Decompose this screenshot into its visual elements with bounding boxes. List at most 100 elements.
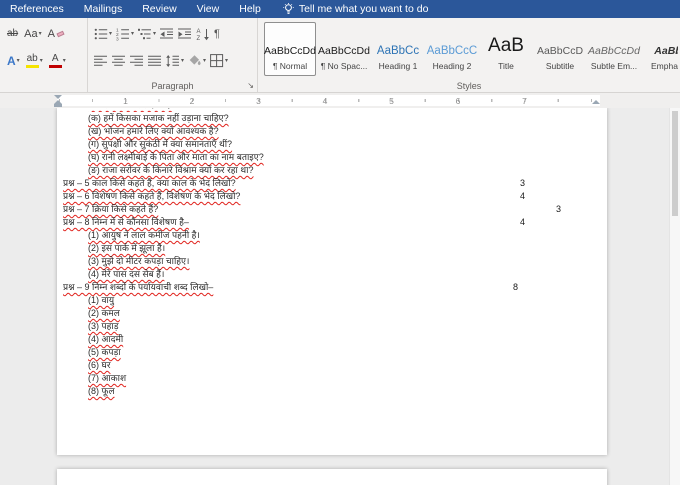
ribbon: ab Aa ▾ A A ▾ ab ▾ A ▾ ▾ 1 2 3 ▾ ▾ A Z ¶… <box>0 18 680 93</box>
bullets-button[interactable]: ▾ <box>92 26 114 42</box>
line-text: (ग) सुपक्षी और सुकंठी में क्या समानताएँ … <box>88 139 233 149</box>
line-text: (5) कपड़ा <box>88 347 121 357</box>
document-line[interactable]: (1) वायु <box>57 294 607 307</box>
line-text: (2) कमल <box>88 308 120 318</box>
line-text: प्रश्न – 7 क्रिया किसे कहते हैं? <box>63 204 159 214</box>
chevron-down-icon: ▾ <box>16 57 20 64</box>
document-line[interactable]: प्रश्न – 9 निम्न शब्दों के पर्यायवाची शब… <box>57 281 607 294</box>
strikethrough-button[interactable]: ab <box>4 27 21 40</box>
multilevel-list-button[interactable]: ▾ <box>136 26 158 42</box>
document-line[interactable]: (7) आकाश <box>57 372 607 385</box>
style-title[interactable]: AaB Title <box>480 22 532 76</box>
sort-button[interactable]: A Z <box>194 26 212 42</box>
align-center-button[interactable] <box>110 53 128 69</box>
document-line[interactable]: (2) इस पार्क में झूला है। <box>57 242 607 255</box>
style-empha[interactable]: AaBb Empha... <box>642 22 678 76</box>
style-preview: AaBbCcDd <box>318 45 370 57</box>
style-name: Heading 2 <box>432 61 472 71</box>
document-line[interactable]: प्रश्न – 7 क्रिया किसे कहते हैं? 3 <box>57 203 607 216</box>
paragraph-group: ▾ 1 2 3 ▾ ▾ A Z ¶ ▾ ▾ ▾ Paragraph ↘ <box>88 18 258 92</box>
menu-tab-mailings[interactable]: Mailings <box>74 0 133 18</box>
strikethrough-icon: ab <box>7 28 19 39</box>
line-text: (ख) भोजन हमारे लिए क्यों आवश्यक है? <box>88 126 219 136</box>
right-indent-marker[interactable] <box>592 100 600 104</box>
style-no-spac[interactable]: AaBbCcDd ¶ No Spac... <box>318 22 370 76</box>
document-line[interactable]: प्रश्न – 8 निम्न में से कौनसा विशेषण है–… <box>57 216 607 229</box>
lightbulb-icon <box>283 2 294 14</box>
bullets-icon <box>94 28 108 39</box>
ruler-number: 2 <box>189 95 195 106</box>
decrease-indent-button[interactable] <box>158 26 176 42</box>
text-effects-button[interactable]: A ▾ <box>4 53 23 69</box>
chevron-down-icon: ▾ <box>62 57 66 64</box>
document-line[interactable]: (3) मुझे दो मीटर कपड़ा चाहिए। <box>57 255 607 268</box>
align-right-button[interactable] <box>128 53 146 69</box>
highlight-color-button[interactable]: ab ▾ <box>23 53 46 69</box>
menu-tab-view[interactable]: View <box>187 0 230 18</box>
document-line[interactable]: (ङ) राजा सरोवर के किनारे विश्राम क्यों क… <box>57 164 607 177</box>
document-line[interactable]: (घ) रानी लक्ष्मीबाई के पिता और माता का न… <box>57 151 607 164</box>
style-name: Heading 1 <box>378 61 418 71</box>
marks-value: 8 <box>513 282 519 292</box>
shading-button[interactable]: ▾ <box>186 53 208 69</box>
style-preview: AaBbCc <box>376 45 420 57</box>
style-normal[interactable]: AaBbCcDd ¶ Normal <box>264 22 316 76</box>
numbering-button[interactable]: 1 2 3 ▾ <box>114 26 136 42</box>
page-1[interactable]: निम्न प्रश्नों के उत्तर दीजिए–(क) हमें क… <box>57 108 607 455</box>
chevron-down-icon: ▾ <box>181 57 185 64</box>
page-2[interactable] <box>57 469 607 485</box>
document-line[interactable]: (ग) सुपक्षी और सुकंठी में क्या समानताएँ … <box>57 138 607 151</box>
menu-tab-review[interactable]: Review <box>132 0 186 18</box>
line-text: (घ) रानी लक्ष्मीबाई के पिता और माता का न… <box>88 152 264 162</box>
document-line[interactable]: (क) हमें किसका मजाक नहीं उड़ाना चाहिए? <box>57 112 607 125</box>
document-line[interactable]: (8) फूल <box>57 385 607 398</box>
document-line[interactable]: (3) पहाड़ <box>57 320 607 333</box>
eraser-icon <box>56 30 65 37</box>
line-text: (4) आदमी <box>88 334 124 344</box>
align-right-icon <box>130 55 143 66</box>
document-line[interactable]: प्रश्न – 5 काल किसे कहते हैं, क्या काल क… <box>57 177 607 190</box>
style-heading-2[interactable]: AaBbCcC Heading 2 <box>426 22 478 76</box>
menu-tab-references[interactable]: References <box>0 0 74 18</box>
line-text: (4) मेरे पास दस सेब हैं। <box>88 269 165 279</box>
pilcrow-icon: ¶ <box>214 27 220 40</box>
vertical-scrollbar[interactable] <box>669 108 680 485</box>
scrollbar-thumb[interactable] <box>672 111 678 216</box>
change-case-icon: Aa <box>24 27 38 40</box>
show-paragraph-marks-button[interactable]: ¶ <box>212 27 222 41</box>
document-line[interactable]: (2) कमल <box>57 307 607 320</box>
left-indent-marker[interactable] <box>54 104 62 107</box>
marks-value: 4 <box>520 191 526 201</box>
document-line[interactable]: (5) कपड़ा <box>57 346 607 359</box>
document-line[interactable]: (1) आयुष ने लाल कमीज पहनी है। <box>57 229 607 242</box>
style-heading-1[interactable]: AaBbCc Heading 1 <box>372 22 424 76</box>
first-line-indent-marker[interactable] <box>54 95 62 99</box>
document-line[interactable]: (ख) भोजन हमारे लिए क्यों आवश्यक है? <box>57 125 607 138</box>
multilevel-list-icon <box>138 28 152 39</box>
style-subtitle[interactable]: AaBbCcD Subtitle <box>534 22 586 76</box>
line-text: (2) इस पार्क में झूला है। <box>88 243 166 253</box>
document-line[interactable]: (6) घर <box>57 359 607 372</box>
borders-button[interactable]: ▾ <box>208 53 230 69</box>
style-subtle-em[interactable]: AaBbCcDd Subtle Em... <box>588 22 640 76</box>
ruler[interactable]: 1 2 3 4 5 6 7 <box>0 93 680 108</box>
line-text: (1) आयुष ने लाल कमीज पहनी है। <box>88 230 200 240</box>
line-text: प्रश्न – 5 काल किसे कहते हैं, क्या काल क… <box>63 178 236 188</box>
document-line[interactable]: प्रश्न – 6 विशेषण किसे कहते हैं, विशेषण … <box>57 190 607 203</box>
paragraph-dialog-launcher-icon[interactable]: ↘ <box>247 81 254 90</box>
chevron-down-icon: ▾ <box>39 57 43 64</box>
change-case-button[interactable]: Aa ▾ <box>21 27 44 41</box>
align-left-button[interactable] <box>92 53 110 69</box>
font-color-button[interactable]: A ▾ <box>46 53 69 69</box>
menu-tab-help[interactable]: Help <box>229 0 271 18</box>
increase-indent-button[interactable] <box>176 26 194 42</box>
document-line[interactable]: (4) आदमी <box>57 333 607 346</box>
justify-button[interactable] <box>146 53 164 69</box>
style-preview: AaBbCcDd <box>588 45 640 57</box>
clear-formatting-button[interactable]: A <box>45 27 67 41</box>
document-line[interactable]: (4) मेरे पास दस सेब हैं। <box>57 268 607 281</box>
line-spacing-button[interactable]: ▾ <box>164 53 186 69</box>
tell-me-box[interactable]: Tell me what you want to do <box>283 2 428 16</box>
style-name: Subtitle <box>545 61 575 71</box>
style-preview: AaBb <box>654 45 678 57</box>
